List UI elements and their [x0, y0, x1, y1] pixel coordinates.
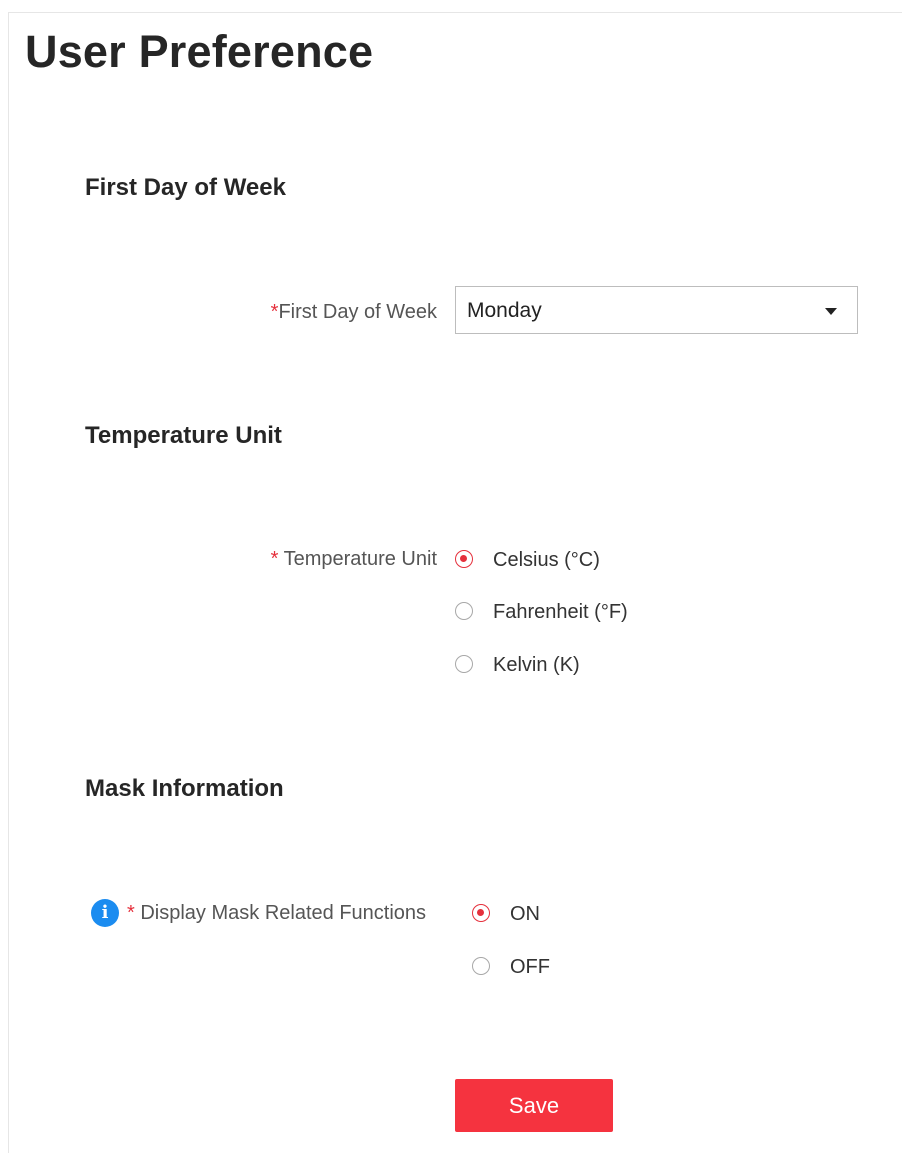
- radio-button[interactable]: [455, 602, 473, 620]
- first-day-label-text: First Day of Week: [278, 301, 437, 323]
- radio-button-checked[interactable]: [455, 550, 473, 568]
- section-title-mask: Mask Information: [85, 775, 284, 802]
- temperature-field-label: * Temperature Unit: [271, 546, 437, 572]
- radio-button[interactable]: [455, 655, 473, 673]
- mask-label-text: Display Mask Related Functions: [134, 902, 427, 924]
- radio-label-off: OFF: [510, 956, 550, 978]
- temperature-label-text: Temperature Unit: [278, 548, 437, 570]
- caret-down-icon: [825, 308, 837, 315]
- page-title: User Preference: [25, 26, 374, 77]
- mask-field-label: * Display Mask Related Functions: [127, 900, 426, 926]
- save-button[interactable]: Save: [455, 1079, 613, 1132]
- first-day-select[interactable]: Monday: [455, 286, 858, 334]
- required-mark: *: [127, 902, 135, 924]
- first-day-field-label: *First Day of Week: [271, 299, 437, 325]
- radio-label-on: ON: [510, 903, 540, 925]
- radio-label-kelvin: Kelvin (K): [493, 654, 580, 676]
- info-icon[interactable]: i: [91, 899, 119, 927]
- radio-label-fahrenheit: Fahrenheit (°F): [493, 601, 628, 623]
- frame-top-border: [8, 12, 902, 13]
- radio-dot: [477, 909, 484, 916]
- radio-button[interactable]: [472, 957, 490, 975]
- section-title-temperature: Temperature Unit: [85, 422, 282, 449]
- radio-button-checked[interactable]: [472, 904, 490, 922]
- radio-dot: [460, 555, 467, 562]
- radio-label-celsius: Celsius (°C): [493, 549, 600, 571]
- first-day-select-value: Monday: [467, 299, 542, 322]
- frame-left-border: [8, 12, 9, 1153]
- section-title-first-day: First Day of Week: [85, 174, 286, 201]
